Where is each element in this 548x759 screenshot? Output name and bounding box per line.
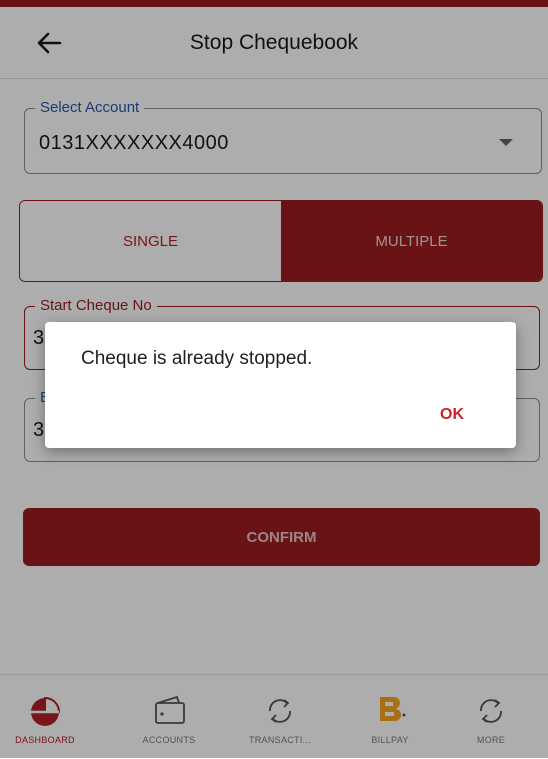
ok-button[interactable]: OK [440,406,464,424]
dialog-message: Cheque is already stopped. [81,348,313,369]
alert-dialog: Cheque is already stopped. OK [45,322,516,448]
